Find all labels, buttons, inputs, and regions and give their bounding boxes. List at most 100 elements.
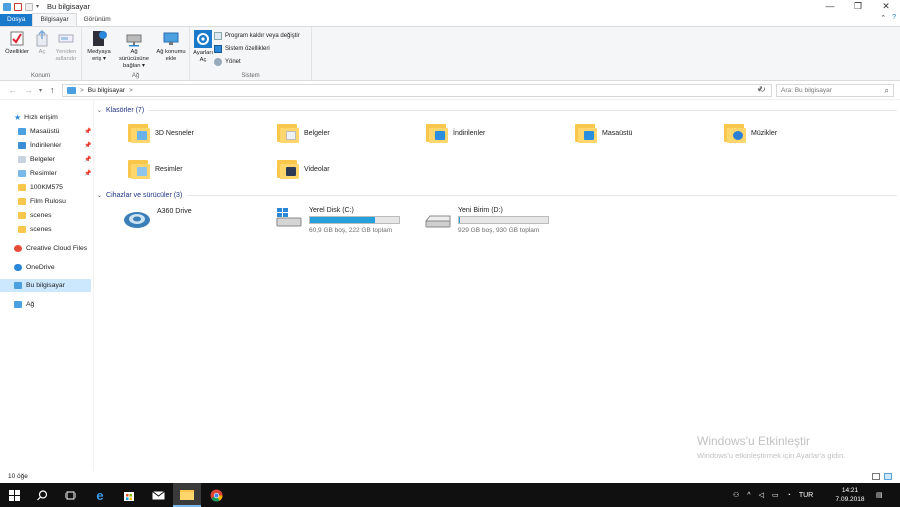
group-sistem: Ayarları Aç Program kaldır veya değiştir… (190, 27, 312, 81)
disk-usage-fill (310, 217, 375, 223)
manage-icon (214, 57, 222, 66)
group-ag: Medyaya eriş ▾ Ağ sürücüsüne bağlan ▾ Ağ… (82, 27, 190, 81)
system-properties-button[interactable]: Sistem özellikleri (214, 43, 270, 54)
up-arrow-icon[interactable]: ↑ (50, 85, 55, 95)
search-input[interactable]: Ara: Bu bilgisayar ⌕ (776, 84, 894, 97)
drive-item-c[interactable]: Yerel Disk (C:) 60,9 GB boş, 222 GB topl… (275, 207, 400, 234)
explorer-icon (3, 2, 11, 11)
maximize-button[interactable]: ❐ (844, 0, 872, 13)
item-count: 10 öğe (8, 473, 28, 480)
pin-icon: 📌 (84, 143, 92, 149)
activation-watermark-text: Windows'u etkinleştirmek için Ayarlar'a … (697, 451, 846, 460)
mail-taskbar-button[interactable] (144, 483, 172, 507)
task-view-button[interactable] (56, 483, 84, 507)
speaker-icon[interactable]: ◁ (759, 491, 764, 499)
clock[interactable]: 14:21 7.09.2018 (832, 486, 868, 504)
open-settings-button[interactable]: Ayarları Aç (190, 30, 216, 64)
search-icon[interactable]: ⌕ (885, 86, 889, 96)
folder-item-masaustu[interactable]: Masaüstü (575, 122, 632, 144)
new-folder-quick-icon[interactable] (25, 2, 33, 11)
nav-item-resimler[interactable]: Resimler 📌 (0, 167, 92, 180)
edge-taskbar-button[interactable]: e (86, 483, 114, 507)
tray-chevron-up-icon[interactable]: ^ (747, 492, 750, 499)
properties-quick-icon[interactable] (14, 2, 22, 11)
address-row: ← → ▾ ↑ > Bu bilgisayar > ▾ ↻ Ara: Bu bi… (0, 81, 900, 100)
battery-icon[interactable]: ▭ (772, 491, 779, 499)
customize-chevron-icon[interactable]: ▾ (36, 3, 39, 10)
a360-drive-icon (123, 208, 151, 230)
rename-icon (58, 30, 74, 47)
section-header-drives[interactable]: ⌄ Cihazlar ve sürücüler (3) (97, 192, 897, 199)
rename-button[interactable]: Yeniden adlandır (51, 30, 81, 63)
collapse-chevron-icon[interactable]: ⌄ (97, 192, 102, 199)
creative-cloud-icon (14, 245, 22, 252)
nav-item-100km575[interactable]: 100KM575 (0, 181, 92, 194)
minimize-button[interactable]: — (816, 0, 844, 13)
store-taskbar-button[interactable] (115, 483, 143, 507)
chrome-icon (210, 489, 222, 502)
tab-dosya[interactable]: Dosya (0, 14, 33, 26)
nav-item-bu-bilgisayar[interactable]: Bu bilgisayar (0, 279, 91, 292)
forward-arrow-icon[interactable]: → (24, 85, 33, 95)
nav-item-masaustu[interactable]: Masaüstü 📌 (0, 125, 92, 138)
group-konum: Özellikler Aç Yeniden adlandır Konum (0, 27, 82, 81)
address-bar[interactable]: > Bu bilgisayar > ▾ (62, 84, 772, 97)
network-tray-icon[interactable]: ◔ (787, 492, 791, 499)
details-view-icon[interactable] (872, 473, 880, 480)
people-icon[interactable]: ⚇ (733, 491, 739, 499)
tab-gorunum[interactable]: Görünüm (77, 14, 118, 26)
search-taskbar-button[interactable] (28, 483, 56, 507)
uninstall-program-button[interactable]: Program kaldır veya değiştir (214, 30, 300, 41)
folder-item-3d-nesneler[interactable]: 3D Nesneler (128, 122, 194, 144)
system-properties-icon (214, 44, 222, 53)
pictures-folder-icon (128, 158, 150, 180)
manage-button[interactable]: Yönet (214, 56, 241, 67)
chrome-taskbar-button[interactable] (202, 483, 230, 507)
collapse-chevron-icon[interactable]: ⌄ (97, 107, 102, 114)
recent-chevron-icon[interactable]: ▾ (39, 87, 42, 94)
computer-icon (14, 282, 22, 289)
nav-item-scenes-1[interactable]: scenes (0, 209, 92, 222)
nav-item-indirilenler[interactable]: İndirilenler 📌 (0, 139, 92, 152)
folder-item-muzikler[interactable]: Müzikler (724, 122, 777, 144)
nav-item-creative-cloud-files[interactable]: Creative Cloud Files (0, 242, 92, 255)
file-explorer-taskbar-button[interactable] (173, 483, 201, 507)
group-label-ag: Ağ (131, 73, 140, 79)
media-access-button[interactable]: Medyaya eriş ▾ (84, 30, 114, 63)
back-arrow-icon[interactable]: ← (8, 85, 17, 95)
breadcrumb-separator-2[interactable]: > (129, 87, 133, 94)
language-indicator[interactable]: TUR (799, 492, 813, 499)
window-title: Bu bilgisayar (47, 2, 90, 11)
notification-center-icon[interactable]: ▤ (876, 491, 883, 499)
group-label-sistem: Sistem (241, 73, 260, 79)
nav-item-film-rulosu[interactable]: Film Rulosu (0, 195, 92, 208)
folder-item-videolar[interactable]: Videolar (277, 158, 330, 180)
map-network-drive-button[interactable]: Ağ sürücüsüne bağlan ▾ (115, 30, 153, 70)
nav-item-belgeler[interactable]: Belgeler 📌 (0, 153, 92, 166)
folder-item-resimler[interactable]: Resimler (128, 158, 183, 180)
ribbon-collapse-icon[interactable]: ⌃ (880, 14, 886, 22)
desktop-icon (18, 128, 26, 135)
nav-item-scenes-2[interactable]: scenes (0, 223, 92, 236)
pictures-icon (18, 170, 26, 177)
computer-icon (67, 87, 76, 94)
section-divider (149, 110, 897, 111)
large-icons-view-icon[interactable] (884, 473, 892, 480)
nav-item-onedrive[interactable]: OneDrive (0, 261, 92, 274)
nav-item-ag[interactable]: Ağ (0, 298, 92, 311)
drive-item-d[interactable]: Yeni Birim (D:) 929 GB boş, 930 GB topla… (424, 207, 549, 234)
add-network-location-button[interactable]: Ağ konumu ekle (154, 30, 188, 63)
drive-item-a360[interactable]: A360 Drive (123, 208, 192, 230)
breadcrumb-item-bu-bilgisayar[interactable]: Bu bilgisayar (88, 87, 125, 94)
network-location-icon (163, 30, 179, 47)
3d-objects-folder-icon (128, 122, 150, 144)
start-button[interactable] (0, 483, 28, 507)
refresh-icon[interactable]: ↻ (759, 85, 766, 94)
tab-bilgisayar[interactable]: Bilgisayar (32, 13, 77, 26)
close-button[interactable]: ✕ (872, 0, 900, 13)
folder-item-belgeler[interactable]: Belgeler (277, 122, 330, 144)
help-icon[interactable]: ? (892, 14, 896, 22)
nav-item-hizli-erisim[interactable]: ★ Hızlı erişim (0, 111, 92, 124)
folder-item-indirilenler[interactable]: İndirilenler (426, 122, 485, 144)
section-header-folders[interactable]: ⌄ Klasörler (7) (97, 107, 897, 114)
